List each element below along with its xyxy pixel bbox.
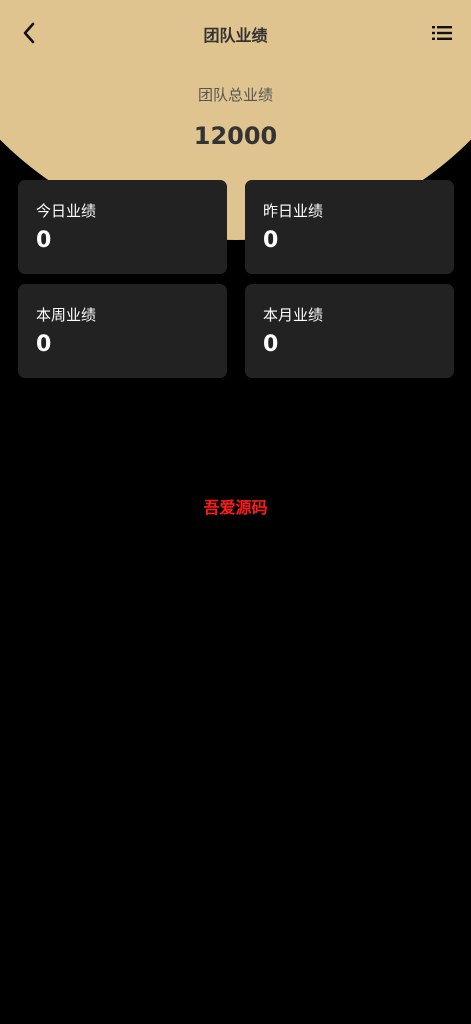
stat-value: 0 bbox=[263, 228, 279, 253]
stat-card-month: 本月业绩 0 bbox=[245, 284, 454, 378]
list-menu-icon bbox=[432, 26, 452, 40]
stat-card-today: 今日业绩 0 bbox=[18, 180, 227, 274]
page-title: 团队业绩 bbox=[203, 26, 268, 45]
stat-label: 昨日业绩 bbox=[263, 202, 324, 220]
stat-label: 今日业绩 bbox=[36, 202, 97, 220]
stat-label: 本周业绩 bbox=[36, 306, 97, 324]
total-performance-label: 团队总业绩 bbox=[197, 86, 273, 104]
stat-card-yesterday: 昨日业绩 0 bbox=[245, 180, 454, 274]
header: 团队业绩 bbox=[0, 2, 471, 64]
watermark-text: 吾爱源码 bbox=[203, 498, 268, 517]
stat-card-week: 本周业绩 0 bbox=[18, 284, 227, 378]
team-performance-page: 团队业绩 团队总业绩 12000 今日业绩 0 昨日业绩 0 本周业绩 0 本月… bbox=[0, 0, 471, 1024]
menu-button[interactable] bbox=[427, 18, 457, 48]
stat-value: 0 bbox=[36, 228, 52, 253]
stat-value: 0 bbox=[263, 332, 279, 357]
stat-value: 0 bbox=[36, 332, 52, 357]
stat-label: 本月业绩 bbox=[263, 306, 324, 324]
total-performance-value: 12000 bbox=[193, 122, 278, 150]
